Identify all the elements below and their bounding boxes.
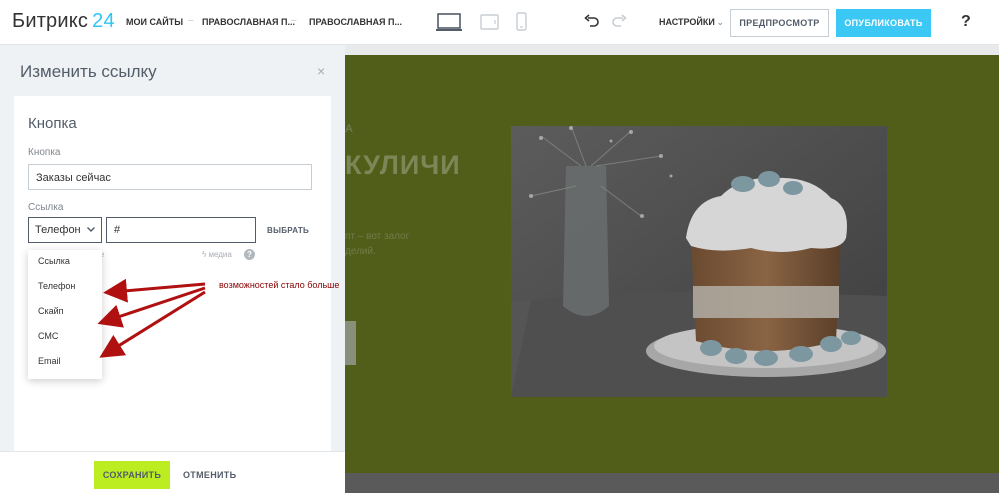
save-button[interactable]: Сохранить [94,461,170,489]
hero-title: КУЛИЧИ [345,150,461,180]
logo-number: 24 [92,10,115,32]
breadcrumb-page[interactable]: Православная п... [309,17,402,27]
choose-button[interactable]: Выбрать [267,226,309,235]
hero-button [345,321,356,365]
settings-label: Настройки [659,17,715,27]
link-type-dropdown: Ссылка Телефон Скайп СМС Email [28,250,102,379]
help-icon[interactable]: ? [244,249,255,260]
undo-icon[interactable] [584,14,600,33]
section-title: Кнопка [28,115,77,132]
page-preview: А КУЛИЧИ пт – вот залог делий. [345,45,999,493]
hero-text: пт – вот залог делий. [345,229,409,259]
lightning-icon: ϟ [202,250,207,259]
preview-bottom-strip [345,473,999,493]
mobile-icon[interactable] [516,12,527,31]
dropdown-option-email[interactable]: Email [38,356,61,366]
desktop-icon[interactable] [436,13,462,33]
chevron-down-icon [86,224,96,237]
chevron-down-icon: ⌄ [716,18,724,27]
logo[interactable]: Битрикс 24 [12,10,115,33]
help-icon[interactable]: ? [961,13,971,31]
settings-menu[interactable]: Настройки ⌄ [659,17,724,27]
breadcrumb-separator: – [291,15,297,26]
hint-media-label: медиа [208,250,232,259]
hero-eyebrow: А [345,123,353,135]
preview-button-label: Предпросмотр [739,18,820,28]
tablet-icon[interactable] [480,14,499,30]
logo-text: Битрикс [12,10,89,32]
publish-button[interactable]: Опубликовать [836,9,931,37]
publish-button-label: Опубликовать [844,18,923,28]
link-type-select[interactable]: Телефон [28,217,102,243]
top-bar: Битрикс 24 Мои сайты – Православная п... … [0,0,999,45]
breadcrumb-separator: – [188,15,194,26]
preview-top-strip [345,45,999,55]
preview-button[interactable]: Предпросмотр [730,9,829,37]
hero-text-line: пт – вот залог [345,231,410,242]
breadcrumb-site[interactable]: Православная п... [202,17,295,27]
panel-footer: Сохранить Отменить [0,451,345,493]
dropdown-option-sms[interactable]: СМС [38,331,58,341]
link-type-value: Телефон [35,224,81,236]
kulich-photo [511,126,887,397]
hero-block: А КУЛИЧИ пт – вот залог делий. [345,55,999,473]
redo-icon[interactable] [611,14,627,33]
cancel-button[interactable]: Отменить [183,470,236,480]
link-label: Ссылка [28,202,64,213]
dropdown-option-skype[interactable]: Скайп [38,306,64,316]
annotation-text: возможностей стало больше [219,280,340,290]
panel-title: Изменить ссылку [20,62,157,81]
breadcrumb-my-sites[interactable]: Мои сайты [126,17,183,27]
hint-media: ϟ медиа [202,250,232,259]
dropdown-option-link[interactable]: Ссылка [38,256,70,266]
button-text-input[interactable]: Заказы сейчас [28,164,312,190]
dropdown-option-phone[interactable]: Телефон [38,281,75,291]
button-text-label: Кнопка [28,147,61,158]
save-button-label: Сохранить [102,470,162,480]
hero-text-line: делий. [345,246,376,257]
close-icon[interactable]: × [317,63,325,79]
link-url-input[interactable]: # [106,217,256,243]
